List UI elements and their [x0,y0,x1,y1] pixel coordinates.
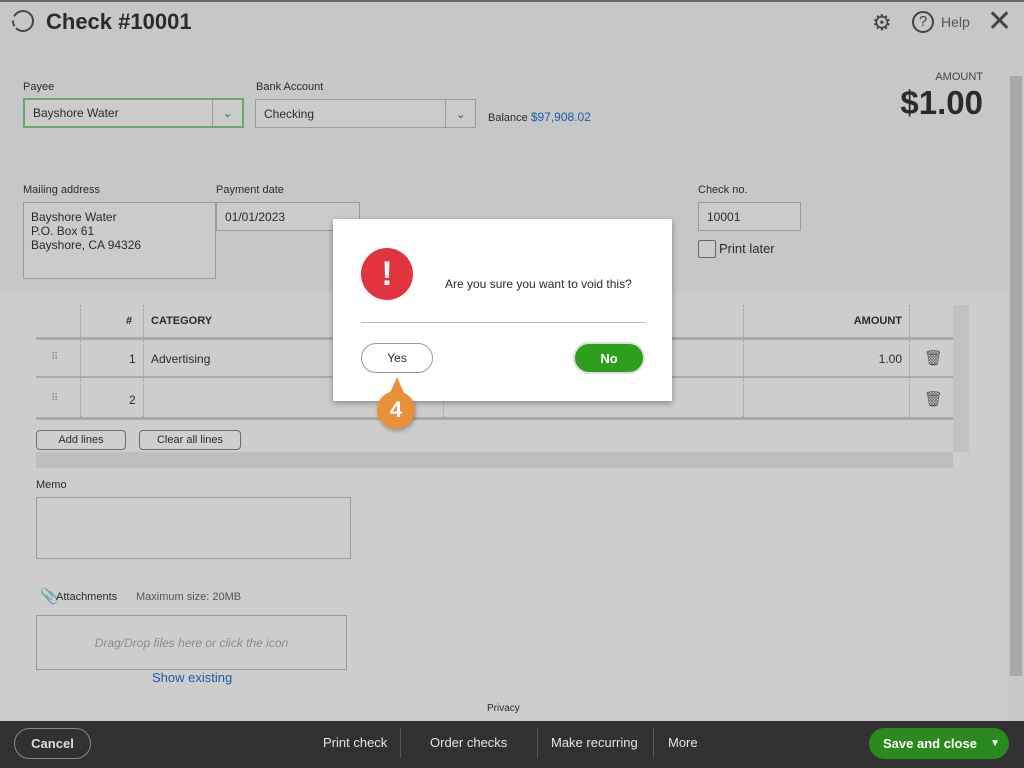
no-button[interactable]: No [573,342,645,374]
alert-icon: ! [361,248,413,300]
address-line: Bayshore Water [31,210,117,224]
row-num: 2 [129,393,136,407]
horizontal-scrollbar[interactable] [36,452,953,468]
trash-icon[interactable]: 🗑 [924,390,943,408]
mailing-address-field[interactable]: Bayshore Water P.O. Box 61 Bayshore, CA … [23,202,216,279]
chevron-down-icon[interactable]: ▼ [990,738,1000,749]
save-and-close-label: Save and close [883,736,977,751]
address-line: P.O. Box 61 [31,224,95,238]
amount-value: $1.00 [900,84,983,121]
divider [653,728,654,758]
header-category: CATEGORY [151,315,213,327]
gear-icon[interactable]: ⚙ [872,10,892,36]
order-checks-button[interactable]: Order checks [430,735,507,750]
show-existing-link[interactable]: Show existing [152,670,232,685]
attachment-dropzone[interactable]: Drag/Drop files here or click the icon [36,615,347,670]
balance-label: Balance [488,112,528,124]
dialog-divider [361,322,645,323]
history-icon[interactable] [12,10,34,32]
balance: Balance $97,908.02 [488,110,591,124]
close-icon[interactable]: ✕ [987,4,1012,39]
drag-handle-icon[interactable]: ⠿ [51,393,58,404]
row-num: 1 [129,352,136,366]
help-link[interactable]: Help [941,14,970,30]
memo-label: Memo [36,479,67,491]
payee-label: Payee [23,81,55,93]
bank-account-value: Checking [264,106,315,121]
drag-handle-icon[interactable]: ⠿ [51,352,58,363]
payment-date-value: 01/01/2023 [225,209,286,224]
print-later-label: Print later [719,241,775,256]
memo-field[interactable] [36,497,351,559]
row-category[interactable]: Advertising [151,352,210,366]
payment-date-label: Payment date [216,184,284,196]
balance-value: $97,908.02 [530,110,591,124]
cancel-button[interactable]: Cancel [14,728,91,759]
print-check-button[interactable]: Print check [323,735,387,750]
more-button[interactable]: More [668,735,698,750]
chevron-down-icon[interactable]: ⌄ [212,100,242,126]
page-title: Check #10001 [46,9,192,34]
page-scrollbar[interactable] [1008,60,1024,721]
address-line: Bayshore, CA 94326 [31,238,142,252]
dialog-message: Are you sure you want to void this? [445,277,632,291]
divider [400,728,401,758]
check-no-label: Check no. [698,184,748,196]
max-size: Maximum size: 20MB [136,591,242,603]
vertical-scrollbar[interactable] [953,305,969,452]
payee-value: Bayshore Water [33,106,119,120]
mailing-address-label: Mailing address [23,184,101,196]
check-no-value: 10001 [707,209,741,224]
privacy-link[interactable]: Privacy [487,703,520,714]
add-lines-button[interactable]: Add lines [36,430,126,450]
divider [537,728,538,758]
clear-all-lines-button[interactable]: Clear all lines [139,430,241,450]
trash-icon[interactable]: 🗑 [924,349,943,367]
header-amount: AMOUNT [853,315,902,327]
amount-label: AMOUNT [935,71,983,83]
help-icon[interactable]: ? [912,11,934,33]
payee-select[interactable]: Bayshore Water ⌄ [23,98,244,128]
yes-button[interactable]: Yes [361,343,433,373]
check-no-field[interactable]: 10001 [698,202,801,231]
row-amount[interactable]: 1.00 [816,352,902,366]
make-recurring-button[interactable]: Make recurring [551,735,638,750]
bank-account-select[interactable]: Checking ⌄ [255,99,476,128]
print-later-checkbox[interactable] [698,240,716,258]
chevron-down-icon[interactable]: ⌄ [445,100,475,127]
void-confirm-dialog: ! Are you sure you want to void this? Ye… [333,219,672,401]
header-num: # [126,315,133,327]
save-and-close-button[interactable]: Save and close ▼ [869,728,1009,759]
bank-account-label: Bank Account [256,81,324,93]
step-badge: 4 [377,391,415,429]
attachments-label: Attachments [56,591,118,603]
